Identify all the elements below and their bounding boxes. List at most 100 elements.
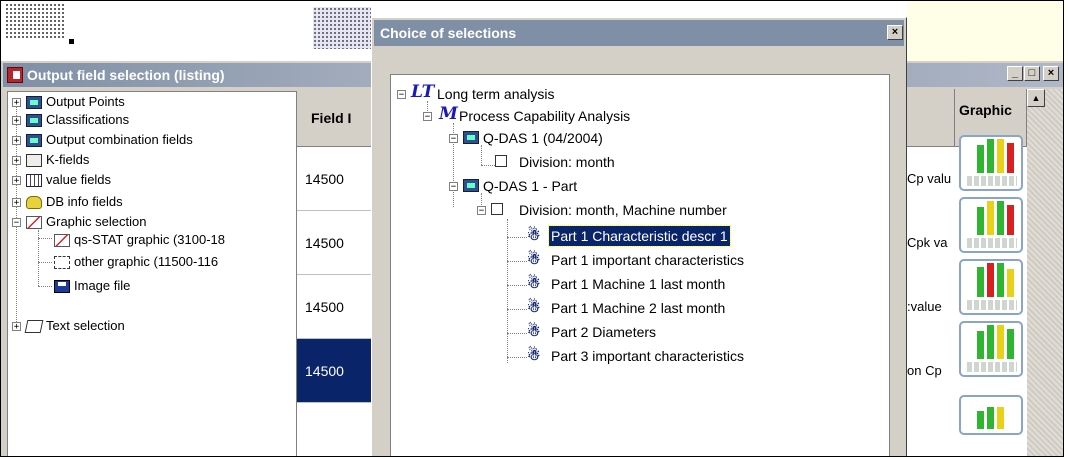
tree-connector bbox=[507, 261, 527, 262]
collapse-icon[interactable]: − bbox=[449, 182, 458, 192]
vertical-scrollbar[interactable] bbox=[1027, 89, 1063, 456]
column-header-name[interactable] bbox=[907, 89, 955, 147]
scroll-up-button[interactable]: ▲ bbox=[1027, 89, 1045, 107]
database-icon bbox=[26, 196, 42, 209]
table-cell-name[interactable]: Cp valu bbox=[907, 147, 955, 211]
part-icon: ☃ bbox=[527, 251, 541, 268]
tree-connector bbox=[38, 286, 52, 287]
dialog-title: Choice of selections bbox=[380, 25, 517, 41]
part-icon: ☃ bbox=[527, 275, 541, 292]
tree-connector bbox=[38, 238, 52, 239]
tree-item-label: other graphic (11500-116 bbox=[74, 254, 219, 269]
table-window-right: _ □ × Graphic Cp valu Cpk va value: on C… bbox=[907, 63, 1063, 456]
table-cell-field-selected[interactable]: 14500 bbox=[297, 339, 375, 403]
tree-item-label: Division: month, Machine number bbox=[519, 202, 727, 218]
application-window: Output field selection (listing) + Outpu… bbox=[0, 0, 1064, 457]
tree-item-label: Part 1 Machine 2 last month bbox=[551, 300, 726, 316]
tree-item-label: Classifications bbox=[46, 112, 130, 127]
expand-icon[interactable]: + bbox=[12, 98, 21, 108]
table-cell-field[interactable]: 14500 bbox=[297, 275, 375, 339]
tree-connector bbox=[507, 285, 527, 286]
tree-item-label: Process Capability Analysis bbox=[459, 108, 631, 124]
table-cell-field[interactable]: 14500 bbox=[297, 147, 375, 211]
window-title: Output field selection (listing) bbox=[27, 67, 225, 83]
long-term-analysis-icon: LT bbox=[411, 82, 435, 102]
tree-connector bbox=[507, 333, 527, 334]
tree-item-label: Part 2 Diameters bbox=[551, 324, 657, 340]
tree-connector bbox=[507, 357, 527, 358]
dialog-close-button[interactable]: × bbox=[887, 25, 903, 40]
disk-icon bbox=[54, 280, 70, 293]
part-icon: ☃ bbox=[527, 227, 541, 244]
graphic-thumbnail[interactable] bbox=[959, 259, 1023, 315]
tree-item-label: DB info fields bbox=[46, 194, 123, 209]
tree-item-label: value fields bbox=[46, 172, 112, 187]
tree-item-label: Part 3 important characteristics bbox=[551, 348, 744, 364]
minimize-button[interactable]: _ bbox=[1007, 66, 1023, 81]
layout-element[interactable] bbox=[313, 7, 371, 49]
close-button[interactable]: × bbox=[1043, 66, 1059, 81]
collapse-icon[interactable]: − bbox=[12, 218, 21, 228]
table-cell-name[interactable]: on Cp bbox=[907, 339, 955, 403]
window-title-bar-right[interactable]: _ □ × bbox=[907, 63, 1063, 87]
collapse-icon[interactable]: − bbox=[423, 112, 432, 122]
window-app-icon bbox=[7, 67, 23, 83]
table-cell-name[interactable]: Cpk va bbox=[907, 211, 955, 275]
tree-item-label-selected: Part 1 Characteristic descr 1 bbox=[548, 225, 731, 247]
division-icon bbox=[491, 203, 503, 215]
expand-icon[interactable]: + bbox=[12, 116, 21, 126]
expand-icon[interactable]: + bbox=[12, 322, 21, 332]
selection-tree: − LT Long term analysis − M Process Capa… bbox=[390, 74, 890, 456]
table-icon bbox=[26, 134, 42, 147]
tree-connector bbox=[481, 145, 482, 165]
table-cell-name[interactable]: value: bbox=[907, 275, 955, 339]
tree-item-label: Image file bbox=[74, 278, 131, 293]
tree-item-label: Part 1 important characteristics bbox=[551, 252, 744, 268]
tree-connector bbox=[481, 193, 482, 207]
table-icon bbox=[463, 131, 479, 144]
tree-item-label: Part 1 Machine 1 last month bbox=[551, 276, 726, 292]
expand-icon[interactable]: + bbox=[12, 198, 21, 208]
tree-item-label: K-fields bbox=[46, 152, 90, 167]
table-cell-field[interactable]: 14500 bbox=[297, 211, 375, 275]
value-fields-icon bbox=[26, 174, 42, 187]
maximize-button[interactable]: □ bbox=[1024, 66, 1040, 81]
window-title-bar[interactable]: Output field selection (listing) bbox=[3, 63, 381, 87]
part-icon: ☃ bbox=[527, 299, 541, 316]
layout-element[interactable] bbox=[5, 3, 65, 39]
process-capability-icon: M bbox=[439, 104, 458, 124]
collapse-icon[interactable]: − bbox=[449, 134, 458, 144]
layout-background bbox=[907, 1, 1063, 61]
tree-item-label: Division: month bbox=[519, 154, 615, 170]
tree-connector bbox=[507, 237, 527, 238]
resize-handle[interactable] bbox=[69, 39, 74, 44]
column-header-field[interactable]: Field I bbox=[297, 89, 375, 147]
tree-item-label: Q-DAS 1 - Part bbox=[483, 178, 578, 194]
tree-connector bbox=[481, 165, 495, 166]
part-icon: ☃ bbox=[527, 347, 541, 364]
dialog-title-bar[interactable]: Choice of selections × bbox=[374, 20, 904, 46]
table-icon bbox=[463, 179, 479, 192]
graphic-thumbnail[interactable] bbox=[959, 135, 1023, 191]
graphic-icon bbox=[54, 234, 70, 247]
expand-icon[interactable]: + bbox=[12, 156, 21, 166]
tree-connector bbox=[507, 309, 527, 310]
collapse-icon[interactable]: − bbox=[477, 206, 486, 216]
expand-icon[interactable]: + bbox=[12, 176, 21, 186]
other-graphic-icon bbox=[54, 256, 70, 269]
text-icon bbox=[24, 320, 44, 333]
tree-item-label: Graphic selection bbox=[46, 214, 147, 229]
field-tree: + Output Points + Classifications + Outp… bbox=[7, 91, 297, 456]
table-cell-field[interactable] bbox=[297, 403, 375, 456]
graphic-thumbnail[interactable] bbox=[959, 321, 1023, 377]
graphic-icon bbox=[26, 216, 42, 229]
expand-icon[interactable]: + bbox=[12, 136, 21, 146]
tree-item-label: Q-DAS 1 (04/2004) bbox=[483, 130, 603, 146]
tree-item-label: Output Points bbox=[46, 94, 125, 109]
table-icon bbox=[26, 96, 42, 109]
tree-item-label: Output combination fields bbox=[46, 132, 193, 147]
graphic-thumbnail[interactable] bbox=[959, 197, 1023, 253]
collapse-icon[interactable]: − bbox=[397, 90, 406, 100]
k-field-icon bbox=[26, 154, 42, 167]
graphic-thumbnail[interactable] bbox=[959, 395, 1023, 435]
